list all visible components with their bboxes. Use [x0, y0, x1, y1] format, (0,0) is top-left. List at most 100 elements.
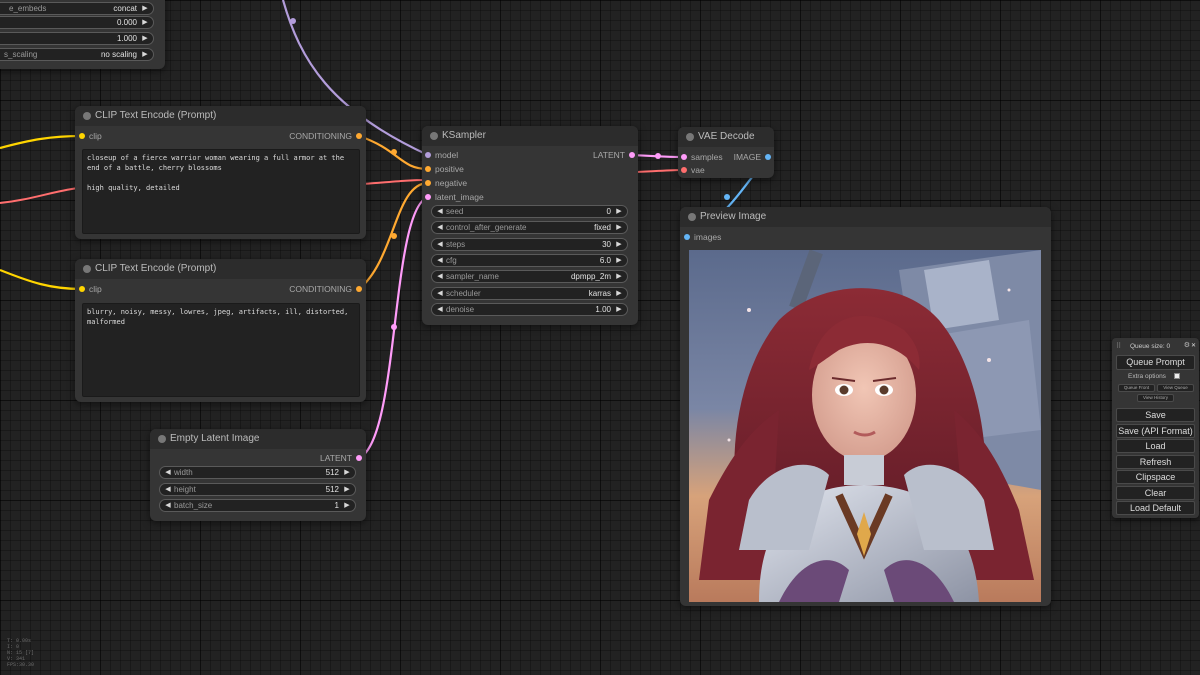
queue-prompt-button[interactable]: Queue Prompt — [1116, 355, 1195, 370]
conditioning-output-dot-icon[interactable] — [356, 286, 362, 292]
height-widget[interactable]: ◀ height 512 ▶ — [159, 483, 356, 496]
node-title-bar[interactable]: KSampler — [422, 126, 638, 146]
image-output-slot[interactable]: IMAGE — [734, 151, 771, 163]
node-title-bar[interactable]: VAE Decode — [678, 127, 774, 147]
widget-scaling[interactable]: s_scaling no scaling ▶ — [0, 48, 154, 61]
collapse-dot-icon[interactable] — [688, 213, 696, 221]
images-input-dot-icon[interactable] — [684, 234, 690, 240]
collapse-dot-icon[interactable] — [686, 133, 694, 141]
widget-value-2[interactable]: 1.000 ▶ — [0, 32, 154, 45]
prompt-textarea[interactable]: closeup of a fierce warrior woman wearin… — [82, 149, 360, 234]
image-output-dot-icon[interactable] — [765, 154, 771, 160]
clipspace-button[interactable]: Clipspace — [1116, 470, 1195, 484]
node-title-bar[interactable]: Empty Latent Image — [150, 429, 366, 449]
negative-input-slot[interactable]: negative — [425, 177, 467, 189]
side-menu[interactable]: ⠿ Queue size: 0 ⚙ ✕ Queue Prompt Extra o… — [1112, 338, 1199, 518]
latent-output-dot-icon[interactable] — [356, 455, 362, 461]
arrow-left-icon[interactable]: ◀ — [435, 239, 445, 250]
load-button[interactable]: Load — [1116, 439, 1195, 453]
seed-widget[interactable]: ◀ seed 0 ▶ — [431, 205, 628, 218]
widget-embeds[interactable]: e_embeds concat ▶ — [0, 2, 154, 15]
conditioning-output-slot[interactable]: CONDITIONING — [289, 283, 362, 295]
denoise-widget[interactable]: ◀ denoise 1.00 ▶ — [431, 303, 628, 316]
ksampler-node[interactable]: KSampler model positive negative latent_… — [422, 126, 638, 325]
arrow-right-icon[interactable]: ▶ — [614, 206, 624, 217]
scheduler-widget[interactable]: ◀ scheduler karras ▶ — [431, 287, 628, 300]
widget-value-1[interactable]: 0.000 ▶ — [0, 16, 154, 29]
clip-input-slot[interactable]: clip — [79, 283, 102, 295]
arrow-left-icon[interactable]: ◀ — [163, 500, 173, 511]
arrow-left-icon[interactable]: ◀ — [435, 206, 445, 217]
arrow-right-icon[interactable]: ▶ — [140, 49, 150, 60]
latent-image-input-slot[interactable]: latent_image — [425, 191, 484, 203]
images-input-slot[interactable]: images — [684, 231, 721, 243]
extra-options-checkbox[interactable] — [1174, 373, 1180, 379]
arrow-left-icon[interactable]: ◀ — [163, 467, 173, 478]
node-title-bar[interactable]: CLIP Text Encode (Prompt) — [75, 259, 366, 279]
drag-handle-icon[interactable]: ⠿ — [1116, 342, 1121, 350]
steps-widget[interactable]: ◀ steps 30 ▶ — [431, 238, 628, 251]
save-api-format-button[interactable]: Save (API Format) — [1116, 424, 1195, 438]
gear-icon[interactable]: ⚙ — [1184, 341, 1190, 349]
collapse-dot-icon[interactable] — [430, 132, 438, 140]
latent-output-slot[interactable]: LATENT — [320, 452, 362, 464]
latent-output-dot-icon[interactable] — [629, 152, 635, 158]
vae-input-dot-icon[interactable] — [681, 167, 687, 173]
queue-front-button[interactable]: Queue Front — [1118, 384, 1155, 392]
arrow-right-icon[interactable]: ▶ — [342, 484, 352, 495]
clip-input-slot[interactable]: clip — [79, 130, 102, 142]
samples-input-dot-icon[interactable] — [681, 154, 687, 160]
save-button[interactable]: Save — [1116, 408, 1195, 422]
top-partial-node[interactable]: e_embeds concat ▶ 0.000 ▶ 1.000 ▶ s_scal… — [0, 0, 165, 69]
preview-image-node[interactable]: Preview Image images — [680, 207, 1051, 606]
arrow-right-icon[interactable]: ▶ — [614, 222, 624, 233]
generated-image[interactable] — [689, 250, 1041, 602]
batch-size-widget[interactable]: ◀ batch_size 1 ▶ — [159, 499, 356, 512]
positive-input-slot[interactable]: positive — [425, 163, 464, 175]
conditioning-output-dot-icon[interactable] — [356, 133, 362, 139]
arrow-right-icon[interactable]: ▶ — [342, 500, 352, 511]
arrow-left-icon[interactable]: ◀ — [435, 304, 445, 315]
vae-decode-node[interactable]: VAE Decode samples vae IMAGE — [678, 127, 774, 178]
conditioning-output-slot[interactable]: CONDITIONING — [289, 130, 362, 142]
arrow-right-icon[interactable]: ▶ — [140, 33, 150, 44]
clip-text-encode-negative-node[interactable]: CLIP Text Encode (Prompt) clip CONDITION… — [75, 259, 366, 402]
model-input-dot-icon[interactable] — [425, 152, 431, 158]
collapse-dot-icon[interactable] — [158, 435, 166, 443]
clip-input-dot-icon[interactable] — [79, 133, 85, 139]
arrow-right-icon[interactable]: ▶ — [140, 3, 150, 14]
width-widget[interactable]: ◀ width 512 ▶ — [159, 466, 356, 479]
collapse-dot-icon[interactable] — [83, 112, 91, 120]
arrow-left-icon[interactable]: ◀ — [435, 288, 445, 299]
arrow-left-icon[interactable]: ◀ — [435, 271, 445, 282]
arrow-right-icon[interactable]: ▶ — [614, 271, 624, 282]
prompt-textarea[interactable]: blurry, noisy, messy, lowres, jpeg, arti… — [82, 303, 360, 397]
clip-text-encode-positive-node[interactable]: CLIP Text Encode (Prompt) clip CONDITION… — [75, 106, 366, 239]
latent-image-input-dot-icon[interactable] — [425, 194, 431, 200]
sampler-name-widget[interactable]: ◀ sampler_name dpmpp_2m ▶ — [431, 270, 628, 283]
arrow-left-icon[interactable]: ◀ — [163, 484, 173, 495]
arrow-right-icon[interactable]: ▶ — [614, 239, 624, 250]
samples-input-slot[interactable]: samples — [681, 151, 723, 163]
view-history-button[interactable]: View History — [1137, 394, 1174, 402]
refresh-button[interactable]: Refresh — [1116, 455, 1195, 469]
node-title-bar[interactable]: Preview Image — [680, 207, 1051, 227]
arrow-left-icon[interactable]: ◀ — [435, 255, 445, 266]
arrow-right-icon[interactable]: ▶ — [342, 467, 352, 478]
arrow-right-icon[interactable]: ▶ — [614, 288, 624, 299]
clear-button[interactable]: Clear — [1116, 486, 1195, 500]
empty-latent-image-node[interactable]: Empty Latent Image LATENT ◀ width 512 ▶ … — [150, 429, 366, 521]
latent-output-slot[interactable]: LATENT — [593, 149, 635, 161]
clip-input-dot-icon[interactable] — [79, 286, 85, 292]
model-input-slot[interactable]: model — [425, 149, 458, 161]
close-icon[interactable]: ✕ — [1191, 342, 1196, 349]
arrow-right-icon[interactable]: ▶ — [614, 304, 624, 315]
load-default-button[interactable]: Load Default — [1116, 501, 1195, 515]
vae-input-slot[interactable]: vae — [681, 164, 705, 176]
positive-input-dot-icon[interactable] — [425, 166, 431, 172]
view-queue-button[interactable]: View Queue — [1157, 384, 1194, 392]
cfg-widget[interactable]: ◀ cfg 6.0 ▶ — [431, 254, 628, 267]
collapse-dot-icon[interactable] — [83, 265, 91, 273]
control-after-generate-widget[interactable]: ◀ control_after_generate fixed ▶ — [431, 221, 628, 234]
node-title-bar[interactable]: CLIP Text Encode (Prompt) — [75, 106, 366, 126]
